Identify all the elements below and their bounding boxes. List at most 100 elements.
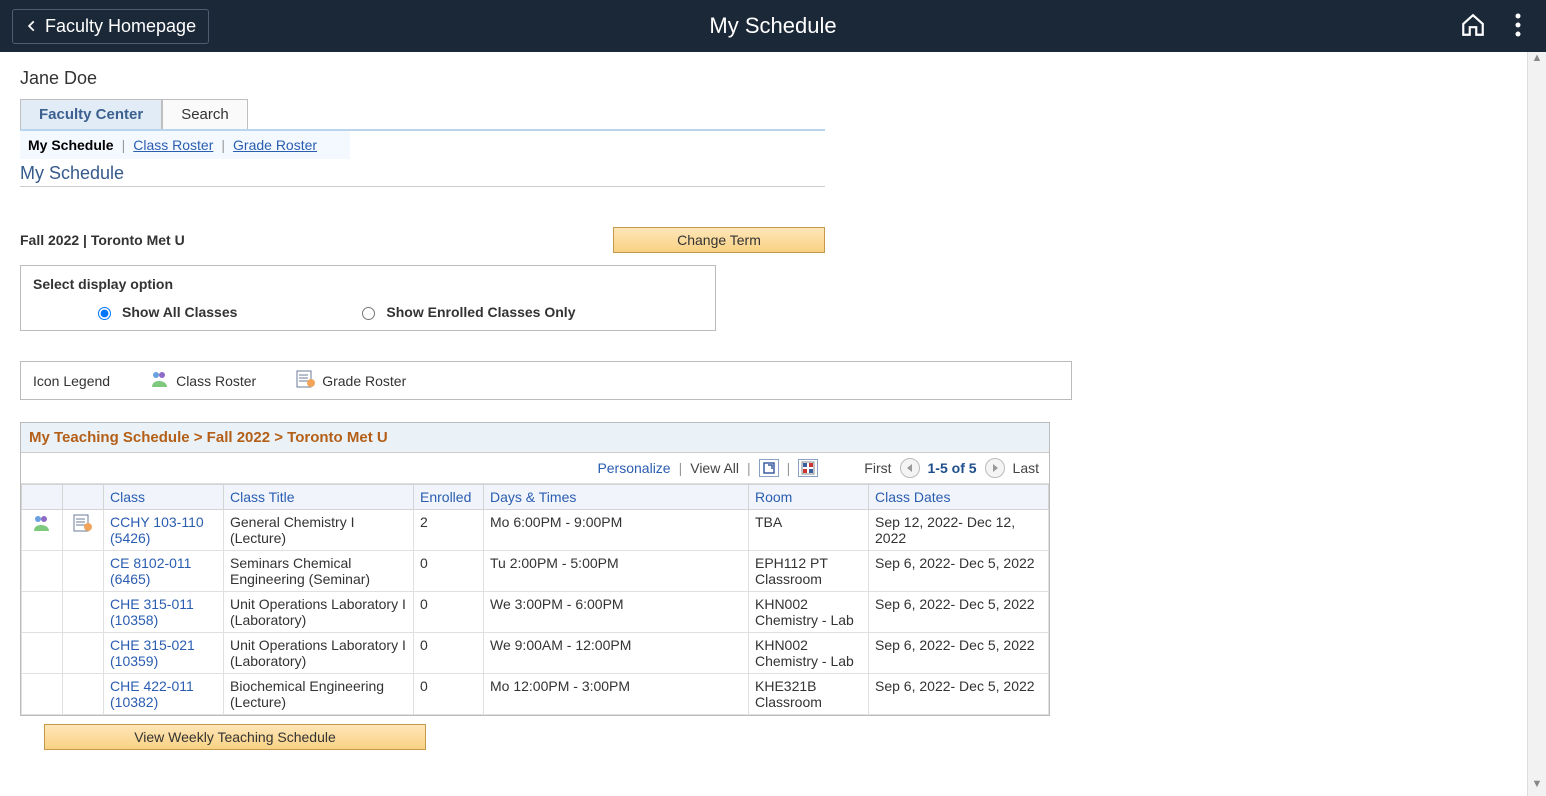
grade-roster-icon-cell[interactable]: [63, 510, 104, 551]
room-cell: KHN002 Chemistry - Lab: [749, 592, 869, 633]
enrolled-cell: 0: [414, 592, 484, 633]
class-title-cell: Unit Operations Laboratory I (Laboratory…: [224, 592, 414, 633]
table-row: CHE 315-011 (10358)Unit Operations Labor…: [22, 592, 1049, 633]
radio-show-all-input[interactable]: [98, 307, 111, 320]
legend-grade-roster: Grade Roster: [296, 370, 406, 391]
legend-class-roster-label: Class Roster: [176, 373, 256, 389]
scroll-up-icon[interactable]: ▲: [1528, 52, 1546, 70]
enrolled-cell: 0: [414, 633, 484, 674]
days-times-cell: Mo 6:00PM - 9:00PM: [484, 510, 749, 551]
days-times-cell: Mo 12:00PM - 3:00PM: [484, 674, 749, 715]
top-bar-icons: [1460, 12, 1522, 41]
room-cell: TBA: [749, 510, 869, 551]
class-link[interactable]: CE 8102-011 (6465): [104, 551, 224, 592]
schedule-table: Class Class Title Enrolled Days & Times …: [21, 484, 1049, 715]
radio-show-enrolled-input[interactable]: [362, 307, 375, 320]
next-page-button[interactable]: [985, 458, 1005, 478]
room-cell: KHE321B Classroom: [749, 674, 869, 715]
grade-roster-icon-cell: [63, 674, 104, 715]
first-link[interactable]: First: [864, 460, 891, 476]
class-link[interactable]: CHE 315-021 (10359): [104, 633, 224, 674]
grade-roster-icon-cell: [63, 592, 104, 633]
legend-label: Icon Legend: [33, 373, 110, 389]
last-link[interactable]: Last: [1013, 460, 1039, 476]
col-class[interactable]: Class: [104, 485, 224, 510]
col-class-dates[interactable]: Class Dates: [869, 485, 1049, 510]
personalize-link[interactable]: Personalize: [597, 460, 670, 476]
class-dates-cell: Sep 12, 2022- Dec 12, 2022: [869, 510, 1049, 551]
top-bar: Faculty Homepage My Schedule: [0, 0, 1546, 52]
back-button[interactable]: Faculty Homepage: [12, 9, 209, 44]
room-cell: KHN002 Chemistry - Lab: [749, 633, 869, 674]
col-class-title[interactable]: Class Title: [224, 485, 414, 510]
class-dates-cell: Sep 6, 2022- Dec 5, 2022: [869, 674, 1049, 715]
back-button-label: Faculty Homepage: [45, 16, 196, 37]
schedule-box: My Teaching Schedule > Fall 2022 > Toron…: [20, 422, 1050, 716]
class-link[interactable]: CCHY 103-110 (5426): [104, 510, 224, 551]
user-name: Jane Doe: [20, 68, 1526, 89]
class-roster-icon-cell: [22, 592, 63, 633]
schedule-title: My Teaching Schedule > Fall 2022 > Toron…: [21, 423, 1049, 453]
download-icon[interactable]: [798, 459, 818, 477]
enrolled-cell: 0: [414, 551, 484, 592]
term-label: Fall 2022 | Toronto Met U: [20, 232, 613, 248]
home-icon[interactable]: [1460, 12, 1486, 41]
sub-nav: My Schedule | Class Roster | Grade Roste…: [20, 131, 350, 159]
table-row: CHE 422-011 (10382)Biochemical Engineeri…: [22, 674, 1049, 715]
main-content: Jane Doe Faculty Center Search My Schedu…: [0, 52, 1546, 796]
legend-class-roster: Class Roster: [150, 370, 256, 391]
class-roster-icon-cell[interactable]: [22, 510, 63, 551]
days-times-cell: We 3:00PM - 6:00PM: [484, 592, 749, 633]
view-weekly-button[interactable]: View Weekly Teaching Schedule: [44, 724, 426, 750]
display-option-title: Select display option: [33, 276, 703, 292]
radio-show-all[interactable]: Show All Classes: [93, 304, 237, 320]
subnav-grade-roster[interactable]: Grade Roster: [233, 137, 317, 153]
zoom-icon[interactable]: [759, 459, 779, 477]
scroll-down-icon[interactable]: ▼: [1528, 778, 1546, 796]
table-toolbar: Personalize | View All | | First 1-5 of …: [21, 453, 1049, 484]
class-title-cell: Biochemical Engineering (Lecture): [224, 674, 414, 715]
table-row: CHE 315-021 (10359)Unit Operations Labor…: [22, 633, 1049, 674]
change-term-button[interactable]: Change Term: [613, 227, 825, 253]
class-link[interactable]: CHE 315-011 (10358): [104, 592, 224, 633]
class-dates-cell: Sep 6, 2022- Dec 5, 2022: [869, 633, 1049, 674]
col-room[interactable]: Room: [749, 485, 869, 510]
tab-faculty-center[interactable]: Faculty Center: [20, 99, 162, 129]
col-enrolled[interactable]: Enrolled: [414, 485, 484, 510]
record-range: 1-5 of 5: [928, 460, 977, 476]
class-roster-icon-cell: [22, 551, 63, 592]
view-all-link[interactable]: View All: [690, 460, 739, 476]
term-row: Fall 2022 | Toronto Met U Change Term: [20, 227, 825, 253]
class-dates-cell: Sep 6, 2022- Dec 5, 2022: [869, 592, 1049, 633]
scrollbar[interactable]: ▲ ▼: [1527, 52, 1546, 796]
class-roster-icon: [150, 370, 170, 391]
days-times-cell: We 9:00AM - 12:00PM: [484, 633, 749, 674]
section-heading: My Schedule: [20, 163, 825, 187]
class-roster-icon-cell: [22, 633, 63, 674]
prev-page-button[interactable]: [900, 458, 920, 478]
table-row: CCHY 103-110 (5426)General Chemistry I (…: [22, 510, 1049, 551]
icon-legend: Icon Legend Class Roster Grade Roster: [20, 361, 1072, 400]
page-title: My Schedule: [0, 13, 1546, 39]
chevron-left-icon: [25, 19, 39, 33]
display-option-box: Select display option Show All Classes S…: [20, 265, 716, 331]
room-cell: EPH112 PT Classroom: [749, 551, 869, 592]
class-link[interactable]: CHE 422-011 (10382): [104, 674, 224, 715]
table-row: CE 8102-011 (6465)Seminars Chemical Engi…: [22, 551, 1049, 592]
legend-grade-roster-label: Grade Roster: [322, 373, 406, 389]
class-title-cell: Unit Operations Laboratory I (Laboratory…: [224, 633, 414, 674]
grade-roster-icon-cell: [63, 633, 104, 674]
class-title-cell: Seminars Chemical Engineering (Seminar): [224, 551, 414, 592]
tab-search[interactable]: Search: [162, 99, 248, 129]
table-header-row: Class Class Title Enrolled Days & Times …: [22, 485, 1049, 510]
class-title-cell: General Chemistry I (Lecture): [224, 510, 414, 551]
radio-show-enrolled-label: Show Enrolled Classes Only: [386, 304, 575, 320]
col-days-times[interactable]: Days & Times: [484, 485, 749, 510]
radio-show-enrolled[interactable]: Show Enrolled Classes Only: [357, 304, 575, 320]
grade-roster-icon-cell: [63, 551, 104, 592]
subnav-class-roster[interactable]: Class Roster: [133, 137, 213, 153]
enrolled-cell: 2: [414, 510, 484, 551]
more-menu-icon[interactable]: [1514, 12, 1522, 41]
class-roster-icon-cell: [22, 674, 63, 715]
subnav-my-schedule[interactable]: My Schedule: [28, 137, 114, 153]
